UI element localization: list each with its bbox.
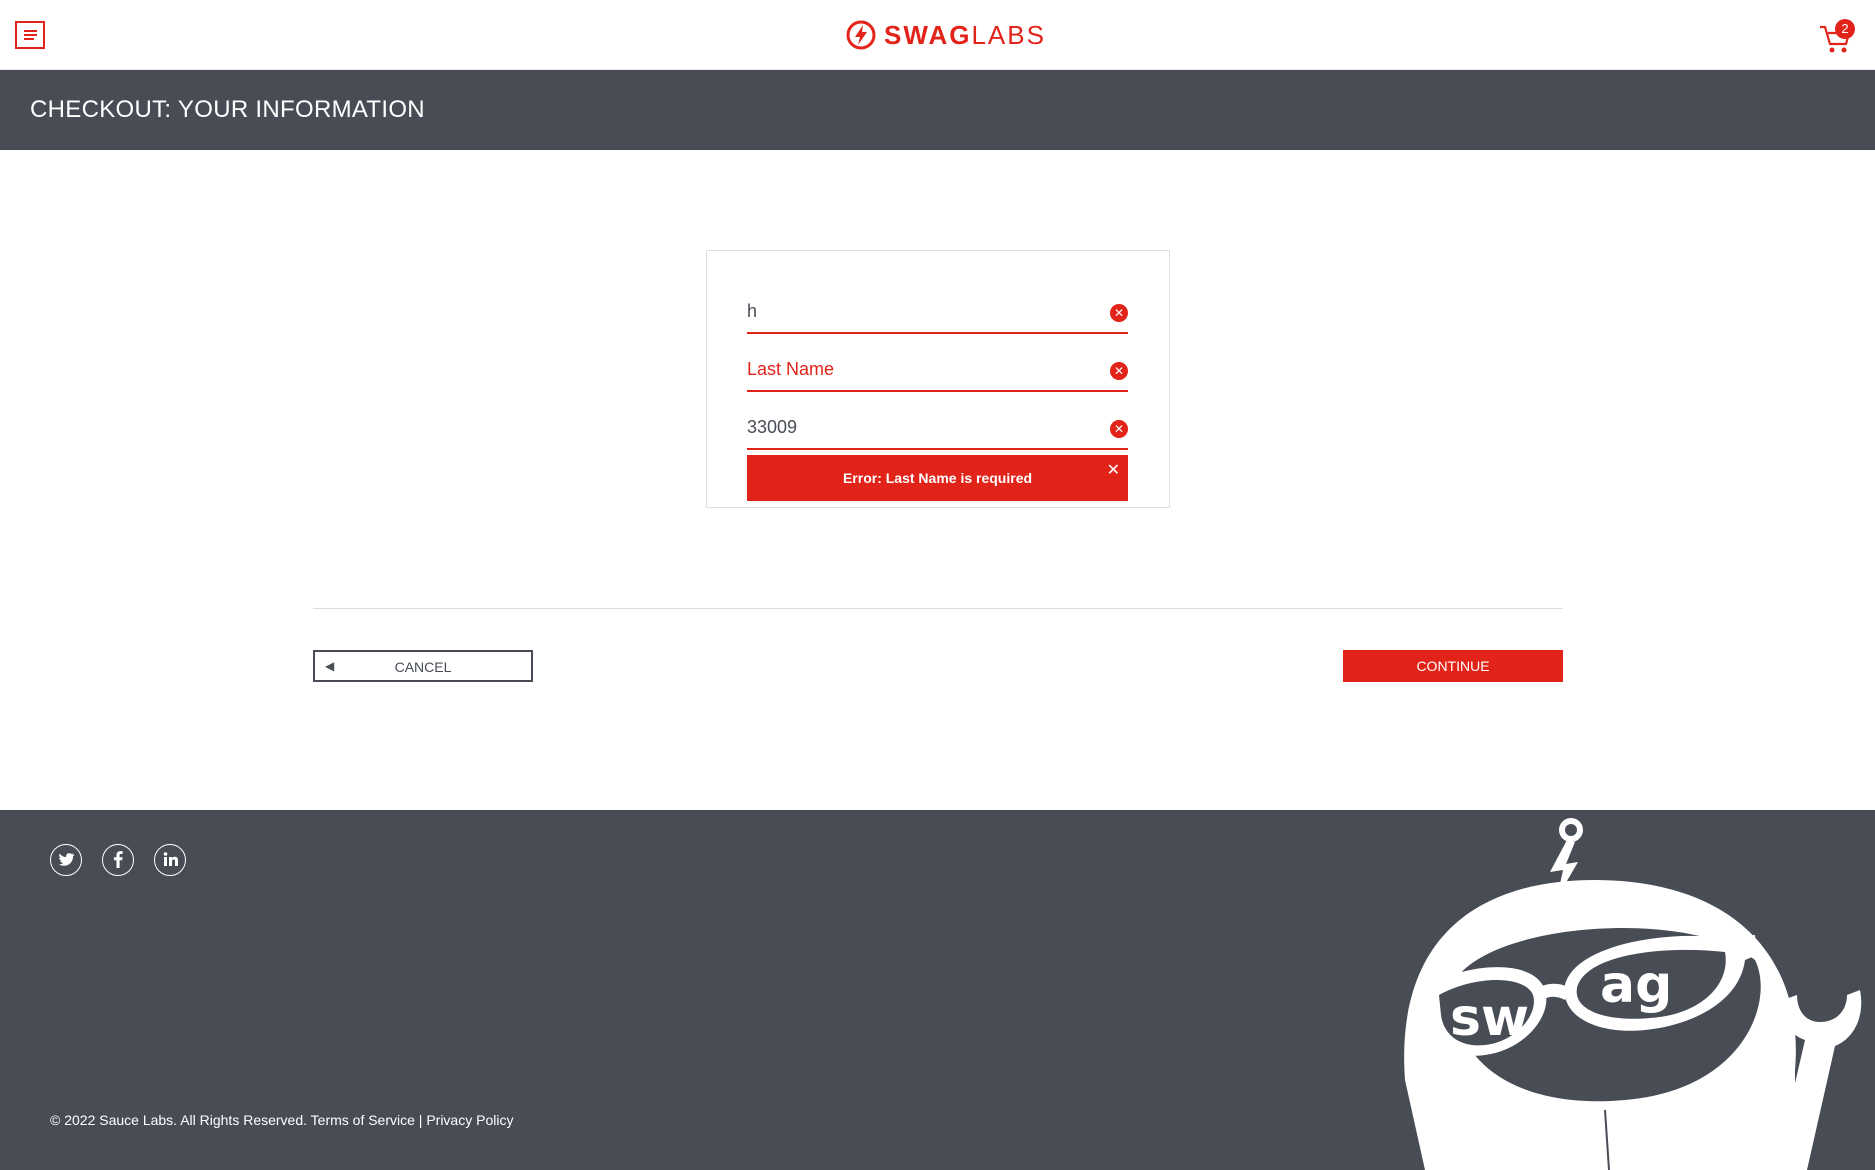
copyright-text: © 2022 Sauce Labs. All Rights Reserved. … (50, 1112, 514, 1128)
last-name-field: ✕ (747, 350, 1128, 392)
continue-label: CONTINUE (1416, 658, 1490, 674)
cancel-button[interactable]: ◀ CANCEL (313, 650, 533, 682)
postal-code-field: ✕ (747, 408, 1128, 450)
first-name-field: ✕ (747, 292, 1128, 334)
logo-text-bold: SWAG (884, 19, 972, 50)
facebook-icon[interactable] (102, 844, 134, 876)
cancel-label: CANCEL (394, 659, 452, 675)
hamburger-icon (24, 30, 37, 32)
logo-text-thin: LABS (971, 19, 1046, 50)
title-bar: CHECKOUT: YOUR INFORMATION (0, 70, 1875, 150)
page-title: CHECKOUT: YOUR INFORMATION (30, 96, 425, 123)
postal-code-input[interactable] (747, 408, 1087, 446)
divider (313, 608, 1563, 609)
swag-bot-mascot-image: sw ag (1404, 818, 1862, 1170)
linkedin-icon[interactable] (154, 844, 186, 876)
twitter-icon[interactable] (50, 844, 82, 876)
error-message-box: Error: Last Name is required ✕ (747, 455, 1128, 501)
footer: © 2022 Sauce Labs. All Rights Reserved. … (0, 810, 1875, 1170)
continue-button[interactable]: CONTINUE (1343, 650, 1563, 682)
bolt-logo-icon (846, 20, 876, 50)
last-name-input[interactable] (747, 350, 1087, 388)
swag-labs-logo: SWAGLABS (846, 18, 1046, 52)
close-icon[interactable]: ✕ (1107, 460, 1120, 480)
mascot-text-right: ag (1600, 955, 1672, 1015)
cart-badge: 2 (1835, 19, 1855, 39)
header: SWAGLABS 2 (0, 0, 1875, 70)
first-name-input[interactable] (747, 292, 1087, 330)
menu-button[interactable] (15, 21, 45, 49)
error-icon: ✕ (1110, 362, 1128, 380)
error-icon: ✕ (1110, 304, 1128, 322)
mascot-text-left: sw (1450, 988, 1529, 1048)
error-message: Error: Last Name is required (842, 470, 1033, 486)
error-icon: ✕ (1110, 420, 1128, 438)
